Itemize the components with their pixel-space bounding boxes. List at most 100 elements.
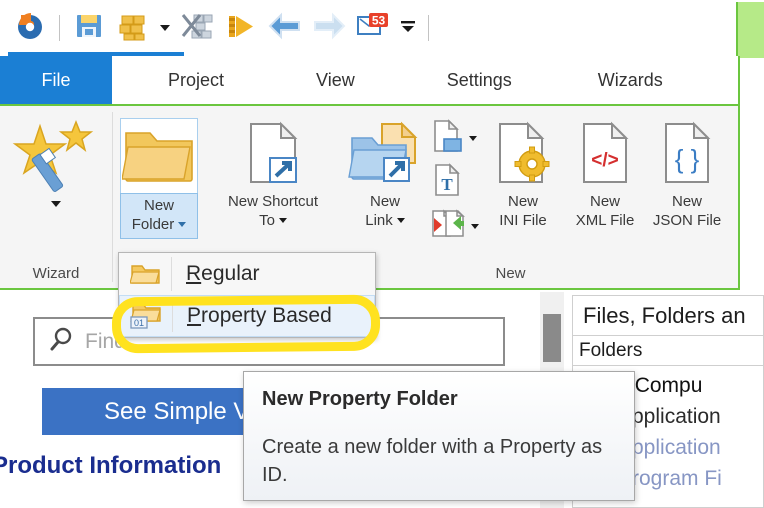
text-file-icon: T <box>431 162 463 202</box>
build-dropdown[interactable] <box>155 6 175 50</box>
new-folder-dropdown-menu: Regular 01 Property Based <box>118 252 376 338</box>
new-shortcut-to-button[interactable]: New Shortcut To <box>209 114 337 230</box>
forward-button[interactable] <box>307 6 351 50</box>
chevron-down-icon <box>398 18 418 39</box>
magic-wand-stars-icon <box>10 119 102 200</box>
ribbon-tabstrip: File Project View Settings Wizards <box>0 56 740 104</box>
svg-text:{ }: { } <box>675 144 700 174</box>
new-link-label-line2: Link <box>365 212 393 229</box>
chevron-down-icon <box>51 201 61 224</box>
json-file-icon: { } <box>656 120 718 191</box>
menu-label-rest: egular <box>201 262 260 285</box>
quick-access-toolbar: 53 <box>0 0 764 56</box>
play-arrow-icon <box>225 10 257 47</box>
new-ini-file-button[interactable]: New INI File <box>485 114 561 230</box>
product-information-heading: Product Information <box>0 452 221 480</box>
svg-text:</>: </> <box>591 150 618 171</box>
tab-wizards-label: Wizards <box>597 69 663 90</box>
svg-text:01: 01 <box>134 318 144 328</box>
build-button[interactable] <box>111 6 155 50</box>
right-panel-subtitle: Folders <box>573 336 763 366</box>
application-window: 53 File Project View Settings Wizards Wi… <box>0 0 764 508</box>
import-export-arrows-icon <box>431 208 466 245</box>
new-ini-label-line2: INI File <box>499 212 547 229</box>
green-highlight-marker <box>736 2 764 58</box>
new-ini-label-line1: New <box>507 193 538 210</box>
menu-label-rest: roperty Based <box>201 304 332 327</box>
chevron-down-icon <box>396 218 405 223</box>
bricks-cut-icon <box>180 10 214 47</box>
chevron-down-icon <box>278 218 287 223</box>
tab-project-label: Project <box>168 69 225 90</box>
property-folder-icon: 01 <box>120 302 172 330</box>
tab-file[interactable]: File <box>0 56 112 104</box>
chevron-down-icon <box>160 25 170 31</box>
messages-button[interactable]: 53 <box>351 6 395 50</box>
app-logo-icon <box>13 9 47 48</box>
xml-file-icon: </> <box>574 120 636 191</box>
menu-item-property-based-label: Property Based <box>173 304 332 328</box>
floppy-disk-icon <box>73 10 105 47</box>
tab-settings-label: Settings <box>446 69 512 90</box>
tooltip: New Property Folder Create a new folder … <box>243 371 635 501</box>
right-panel-title: Files, Folders an <box>573 296 763 336</box>
svg-text:T: T <box>441 175 453 194</box>
folder-icon <box>121 123 196 190</box>
new-json-label-line1: New <box>671 193 702 210</box>
bricks-icon <box>117 10 149 47</box>
menu-accel-key: P <box>187 304 202 327</box>
arrow-right-icon <box>312 11 346 46</box>
menu-item-regular[interactable]: Regular <box>119 253 375 295</box>
small-button-column: T <box>431 114 479 246</box>
chevron-down-icon[interactable] <box>471 223 479 229</box>
ribbon-group-wizard-label: Wizard <box>32 264 80 282</box>
scrollbar-thumb[interactable] <box>543 314 561 362</box>
product-information-label: Product Information <box>0 452 222 479</box>
toolbar-separator-1 <box>59 15 60 41</box>
file-folder-small-icon <box>431 118 463 158</box>
menu-item-regular-label: Regular <box>172 262 260 286</box>
new-file-button[interactable] <box>431 118 479 158</box>
customize-dropdown[interactable] <box>395 6 421 50</box>
toolbar-separator-2 <box>428 15 429 41</box>
menu-item-property-based[interactable]: 01 Property Based <box>119 295 375 337</box>
svg-text:53: 53 <box>372 13 386 27</box>
search-icon <box>49 326 75 357</box>
import-export-button[interactable] <box>431 206 479 246</box>
tab-view[interactable]: View <box>298 56 373 104</box>
new-folder-label-line2: Folder <box>131 216 175 233</box>
folder-icon <box>119 262 171 286</box>
tooltip-title: New Property Folder <box>262 388 458 410</box>
ribbon-group-wizard: Wizard <box>0 106 112 288</box>
tab-view-label: View <box>316 69 355 90</box>
link-folder-icon <box>348 120 422 191</box>
back-button[interactable] <box>263 6 307 50</box>
wizard-dropdown[interactable] <box>51 201 61 225</box>
save-button[interactable] <box>67 6 111 50</box>
run-button[interactable] <box>219 6 263 50</box>
messages-badge-icon: 53 <box>356 11 390 46</box>
arrow-left-icon <box>268 11 302 46</box>
new-json-label-line2: JSON File <box>652 212 722 229</box>
build-and-run-button[interactable] <box>175 6 219 50</box>
wizard-button[interactable] <box>10 114 102 201</box>
app-logo-button[interactable] <box>8 6 52 50</box>
tooltip-body: Create a new folder with a Property as I… <box>262 436 603 486</box>
new-xml-label-line2: XML File <box>575 212 635 229</box>
shortcut-file-icon <box>238 120 308 191</box>
tab-settings[interactable]: Settings <box>429 56 530 104</box>
tab-file-label: File <box>41 69 71 90</box>
chevron-down-icon[interactable] <box>469 135 477 141</box>
new-link-label-line1: New <box>369 193 400 210</box>
tab-wizards[interactable]: Wizards <box>580 56 681 104</box>
new-json-file-button[interactable]: { } New JSON File <box>649 114 725 230</box>
tab-project[interactable]: Project <box>150 56 242 104</box>
new-folder-button[interactable]: New Folder <box>120 114 198 239</box>
ini-file-gear-icon <box>490 120 556 191</box>
new-text-file-button[interactable]: T <box>431 162 479 202</box>
chevron-down-icon <box>178 222 187 227</box>
new-xml-file-button[interactable]: </> New XML File <box>567 114 643 230</box>
new-shortcut-label-line1: New Shortcut <box>227 193 319 210</box>
new-link-button[interactable]: New Link <box>347 114 423 230</box>
new-folder-label-line1: New <box>143 197 174 214</box>
